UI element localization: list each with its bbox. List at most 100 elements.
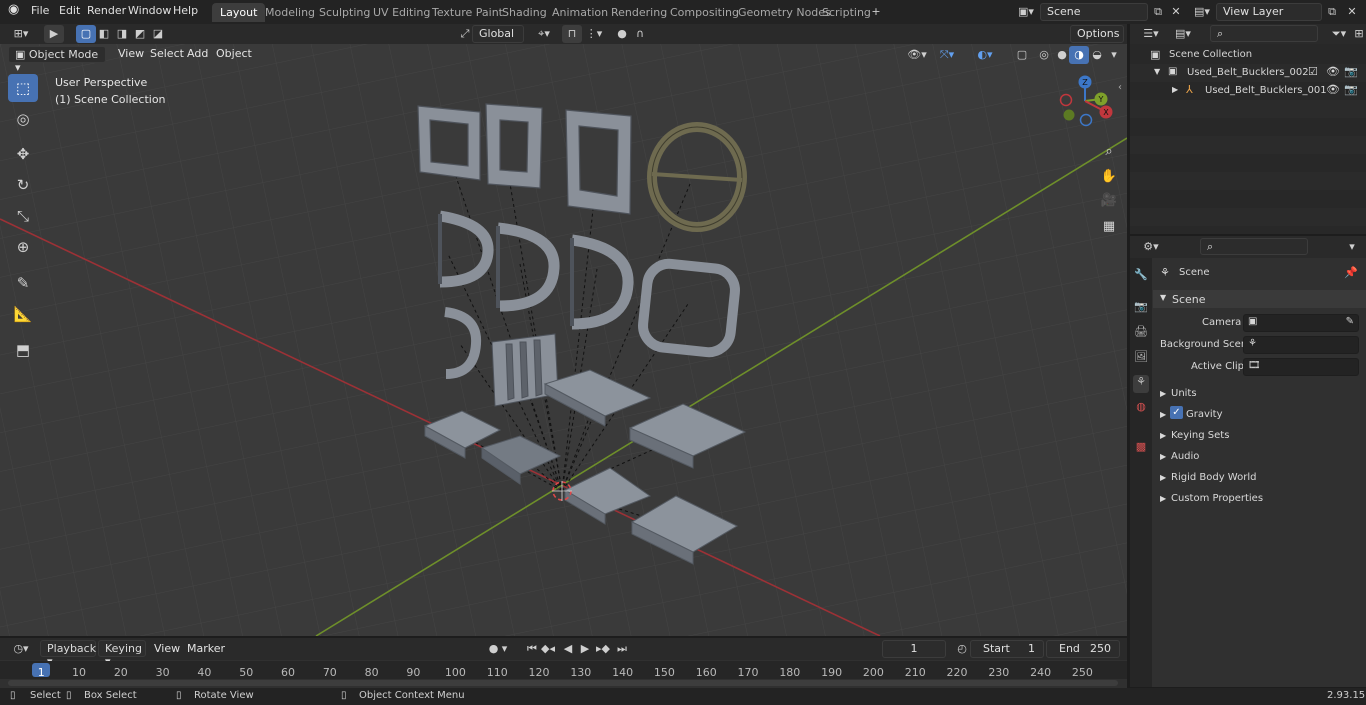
outliner-search-input[interactable]: ⌕ xyxy=(1210,25,1318,42)
collapse-arrow-icon[interactable]: ▼ xyxy=(1160,293,1166,302)
current-frame-field[interactable]: 1 xyxy=(882,640,946,658)
play-icon[interactable]: ▶ xyxy=(575,640,595,658)
view-layer-tab-icon[interactable]: 🖼 xyxy=(1133,350,1149,368)
zoom-icon[interactable]: ⌕ xyxy=(1098,141,1120,163)
start-frame-field[interactable]: Start 1 xyxy=(970,640,1044,658)
xray-icon[interactable]: ▢ xyxy=(1012,46,1032,64)
gravity-checkbox[interactable]: ✓ xyxy=(1170,406,1183,419)
expand-arrow-icon[interactable]: ▶ xyxy=(1160,389,1166,398)
world-tab-icon[interactable]: ◍ xyxy=(1133,400,1149,418)
marker-menu[interactable]: Marker xyxy=(187,642,225,655)
timeline-scrollbar[interactable] xyxy=(8,680,1118,686)
expand-arrow-icon[interactable]: ▶ xyxy=(1160,494,1166,503)
outliner-row[interactable]: ▼ ▣ Used_Belt_Bucklers_002 ☑ 👁 📷 xyxy=(1130,64,1366,82)
snap-icon[interactable]: ⊓ xyxy=(562,25,582,43)
outliner-editor-type-icon[interactable]: ☰▾ xyxy=(1138,25,1164,43)
timeline-view-menu[interactable]: View xyxy=(154,642,180,655)
background-scene-field[interactable]: ⚘ xyxy=(1243,336,1359,354)
new-view-layer-icon[interactable]: ⧉ xyxy=(1322,3,1342,21)
view-layer-selector-icon[interactable]: ▤▾ xyxy=(1190,3,1214,21)
audio-panel[interactable]: Audio xyxy=(1171,451,1199,462)
menu-render[interactable]: Render xyxy=(87,4,126,17)
select-tool-icon[interactable]: ▶ xyxy=(44,25,64,43)
new-scene-icon[interactable]: ⧉ xyxy=(1148,3,1168,21)
overlay-toggle-icon[interactable]: ◐▾ xyxy=(972,46,998,64)
expand-arrow-icon[interactable]: ▶ xyxy=(1160,452,1166,461)
texture-tab-icon[interactable]: ▩ xyxy=(1133,440,1149,458)
annotate-tool-icon[interactable]: ✎ xyxy=(8,269,38,297)
view-layer-field[interactable]: View Layer xyxy=(1216,3,1322,21)
scene-tab-icon[interactable]: ⚘ xyxy=(1133,375,1149,393)
new-collection-icon[interactable]: ⊞ xyxy=(1352,25,1366,43)
expand-arrow-icon[interactable]: ▶ xyxy=(1160,473,1166,482)
menu-edit[interactable]: Edit xyxy=(59,4,80,17)
tool-tab-icon[interactable]: 🔧 xyxy=(1133,268,1149,286)
mode-select[interactable]: ▣ Object Mode ▾ xyxy=(8,46,106,74)
proportional-editing-icon[interactable]: ● xyxy=(612,25,632,43)
select-invert-icon[interactable]: ◩ xyxy=(130,25,150,43)
cursor-tool-icon[interactable]: ◎ xyxy=(8,105,38,133)
custom-properties-panel[interactable]: Custom Properties xyxy=(1171,493,1263,504)
properties-options-icon[interactable]: ▾ xyxy=(1342,238,1362,256)
exclude-checkbox-icon[interactable]: ☑ xyxy=(1308,65,1318,78)
3d-viewport[interactable]: Z Y X User Perspective (1) Scene Collect… xyxy=(0,44,1127,636)
menu-help[interactable]: Help xyxy=(173,4,198,17)
add-workspace-icon[interactable]: + xyxy=(866,3,886,21)
scale-tool-icon[interactable]: ⤡ xyxy=(8,202,38,230)
keying-menu[interactable]: Keying ▾ xyxy=(98,640,146,668)
delete-scene-icon[interactable]: ✕ xyxy=(1166,3,1186,21)
rigid-body-world-panel[interactable]: Rigid Body World xyxy=(1171,472,1256,483)
properties-search-input[interactable]: ⌕ xyxy=(1200,238,1308,255)
proportional-falloff-icon[interactable]: ∩ xyxy=(630,25,650,43)
pan-hand-icon[interactable]: ✋ xyxy=(1098,166,1120,188)
options-dropdown[interactable]: Options ▾ xyxy=(1070,25,1124,53)
expand-arrow-icon[interactable]: ▶ xyxy=(1160,431,1166,440)
menu-select[interactable]: Select xyxy=(150,47,184,60)
properties-editor-type-icon[interactable]: ⚙▾ xyxy=(1138,238,1164,256)
select-box-icon[interactable]: ▢ xyxy=(76,25,96,43)
material-shading-icon[interactable]: ◑ xyxy=(1069,46,1089,64)
delete-view-layer-icon[interactable]: ✕ xyxy=(1342,3,1362,21)
expand-arrow-icon[interactable]: ▼ xyxy=(1154,67,1160,76)
jump-keyframe-back-icon[interactable]: ◆◂ xyxy=(538,640,558,658)
editor-type-icon[interactable]: ⊞▾ xyxy=(8,25,34,43)
move-tool-icon[interactable]: ✥ xyxy=(8,140,38,168)
keying-sets-panel[interactable]: Keying Sets xyxy=(1171,430,1229,441)
jump-keyframe-forward-icon[interactable]: ▸◆ xyxy=(593,640,613,658)
transform-tool-icon[interactable]: ⊕ xyxy=(8,233,38,261)
end-frame-field[interactable]: End 250 xyxy=(1046,640,1120,658)
preview-range-icon[interactable]: ◴ xyxy=(952,640,972,658)
outliner-row[interactable]: ▣ Scene Collection xyxy=(1130,46,1366,64)
camera-view-icon[interactable]: 🎥 xyxy=(1098,190,1120,212)
shading-options-icon[interactable]: ▾ xyxy=(1104,46,1124,64)
scene-name-field[interactable]: Scene xyxy=(1040,3,1148,21)
pivot-point-icon[interactable]: ⌖▾ xyxy=(532,25,556,43)
filter-icon[interactable]: ⏷▾ xyxy=(1326,25,1352,43)
render-camera-icon[interactable]: 📷 xyxy=(1344,65,1358,78)
scene-selector-icon[interactable]: ▣▾ xyxy=(1014,3,1038,21)
eye-icon[interactable]: 👁 xyxy=(1326,65,1340,78)
timeline-editor-type-icon[interactable]: ◷▾ xyxy=(8,640,34,658)
jump-end-icon[interactable]: ⏭ xyxy=(612,640,632,658)
render-camera-icon[interactable]: 📷 xyxy=(1344,83,1358,96)
render-tab-icon[interactable]: 📷 xyxy=(1133,300,1149,318)
select-subtract-icon[interactable]: ◨ xyxy=(112,25,132,43)
menu-object[interactable]: Object xyxy=(216,47,252,60)
wireframe-shading-icon[interactable]: ◎ xyxy=(1034,46,1054,64)
select-intersect-icon[interactable]: ◪ xyxy=(148,25,168,43)
menu-view[interactable]: View xyxy=(118,47,144,60)
rotate-tool-icon[interactable]: ↻ xyxy=(8,171,38,199)
transform-orientation-select[interactable]: Global ▾ xyxy=(472,25,524,53)
select-box-tool-icon[interactable]: ⬚ xyxy=(8,74,38,102)
select-extend-icon[interactable]: ◧ xyxy=(94,25,114,43)
expand-arrow-icon[interactable]: ▶ xyxy=(1160,410,1166,419)
output-tab-icon[interactable]: 🖨 xyxy=(1133,325,1149,343)
camera-field[interactable]: ▣ ✎ xyxy=(1243,314,1359,332)
playback-menu[interactable]: Playback ▾ xyxy=(40,640,96,668)
add-cube-tool-icon[interactable]: ⬒ xyxy=(8,336,38,364)
outliner-row[interactable]: ▶ ⅄ Used_Belt_Bucklers_001 👁 📷 xyxy=(1130,82,1366,100)
eye-icon[interactable]: 👁 xyxy=(1326,83,1340,96)
menu-file[interactable]: File xyxy=(31,4,49,17)
active-clip-field[interactable]: 🎞 xyxy=(1243,358,1359,376)
gravity-panel[interactable]: Gravity xyxy=(1186,409,1223,420)
